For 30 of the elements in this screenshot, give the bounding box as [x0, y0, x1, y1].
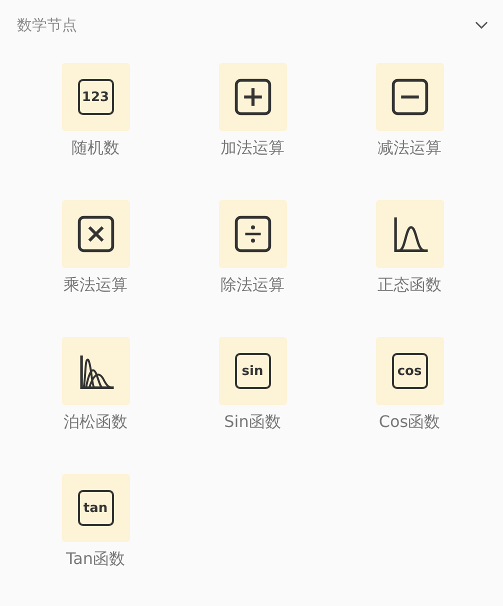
- minus-icon: [390, 77, 430, 117]
- node-label: 乘法运算: [64, 274, 128, 296]
- node-tile[interactable]: tan: [62, 474, 130, 542]
- node-label: 随机数: [72, 137, 120, 159]
- node-label: Tan函数: [66, 548, 126, 570]
- node-label: 加法运算: [220, 137, 284, 159]
- function-key-icon: tan: [78, 490, 114, 526]
- function-key-icon: 123: [78, 79, 114, 115]
- node-label: Sin函数: [224, 411, 281, 433]
- node-label: Cos函数: [378, 411, 440, 433]
- node-tile[interactable]: 123: [62, 63, 130, 131]
- node-tile[interactable]: [218, 200, 286, 268]
- node-tile[interactable]: sin: [218, 337, 286, 405]
- section-title: 数学节点: [17, 16, 77, 34]
- node-tile[interactable]: [62, 200, 130, 268]
- node-label: 正态函数: [378, 274, 442, 296]
- multiply-icon: [76, 214, 116, 254]
- node-tile[interactable]: cos: [376, 337, 444, 405]
- node-label: 泊松函数: [64, 411, 128, 433]
- plus-icon: [232, 77, 272, 117]
- chevron-down-icon[interactable]: [475, 21, 488, 29]
- node-tile[interactable]: [218, 63, 286, 131]
- node-label: 除法运算: [220, 274, 284, 296]
- node-tile[interactable]: [62, 337, 130, 405]
- node-tile[interactable]: [376, 63, 444, 131]
- function-key-icon: sin: [234, 353, 270, 389]
- node-label: 减法运算: [378, 137, 442, 159]
- node-tile[interactable]: [376, 200, 444, 268]
- divide-icon: [232, 214, 272, 254]
- function-key-icon: cos: [392, 353, 428, 389]
